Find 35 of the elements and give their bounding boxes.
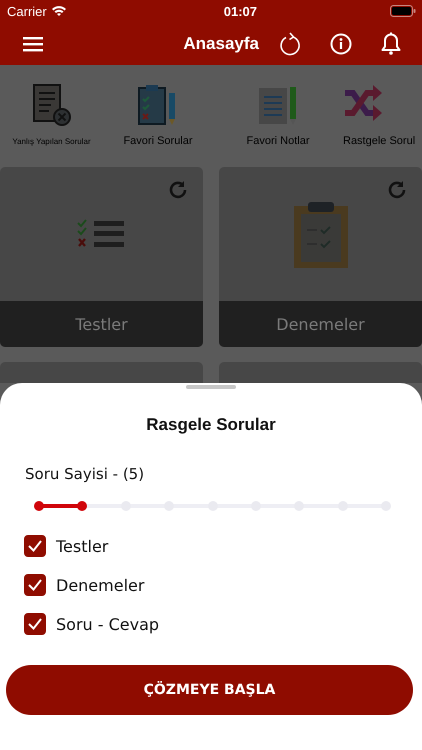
option-label: Testler: [56, 536, 108, 556]
shuffle-icon[interactable]: [343, 83, 383, 123]
start-button[interactable]: ÇÖZMEYE BAŞLA: [6, 665, 413, 715]
option-label: Denemeler: [56, 576, 144, 594]
shortcut-label[interactable]: Favori Sorular: [123, 135, 193, 157]
refresh-icon[interactable]: [278, 30, 302, 56]
checkbox[interactable]: [24, 535, 46, 557]
carrier-label: Carrier: [7, 4, 47, 18]
wifi-icon: [50, 5, 67, 17]
card-label: Denemeler: [219, 301, 422, 347]
check-icon: [27, 578, 43, 592]
checkbox[interactable]: [24, 613, 46, 635]
question-count-slider[interactable]: [34, 499, 391, 513]
clipboard-icon: [292, 200, 348, 268]
option-label: Soru - Cevap: [56, 614, 160, 634]
card-label: Testler: [0, 301, 203, 347]
shortcut-label[interactable]: Favori Notlar: [246, 135, 310, 157]
menu-icon[interactable]: [23, 36, 43, 52]
document-error-icon[interactable]: [32, 83, 72, 127]
battery-icon: [390, 5, 416, 17]
checklist-icon: [76, 218, 126, 250]
sheet-handle[interactable]: [186, 385, 236, 389]
shortcut-label[interactable]: Yanlış Yapılan Sorular: [12, 137, 91, 157]
page-title: Anasayfa: [183, 34, 259, 54]
category-card[interactable]: Testler: [0, 167, 203, 347]
info-icon[interactable]: [330, 32, 352, 54]
sheet-title: Rasgele Sorular: [145, 415, 277, 435]
check-icon: [27, 617, 43, 631]
check-icon: [27, 539, 43, 553]
slider-label: Soru Sayisi - (5): [25, 465, 146, 483]
clock: 01:07: [224, 4, 257, 18]
category-card[interactable]: Denemeler: [219, 167, 422, 347]
bell-icon[interactable]: [380, 32, 402, 56]
checkbox[interactable]: [24, 574, 46, 596]
shortcut-label[interactable]: Rastgele Sorul: [343, 135, 416, 157]
